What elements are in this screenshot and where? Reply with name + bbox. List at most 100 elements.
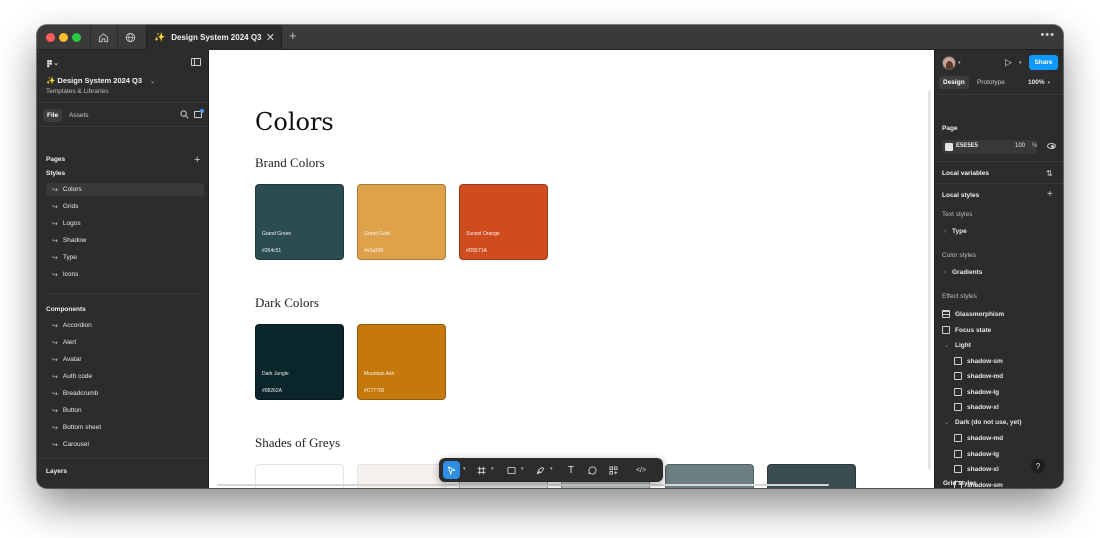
dark-colors-heading[interactable]: Dark Colors — [255, 295, 319, 311]
effect-group-light[interactable]: ⌄ Light — [944, 342, 971, 349]
new-tab-button[interactable]: + — [289, 28, 297, 43]
effect-style-item[interactable]: shadow-xl — [954, 403, 999, 411]
effect-style-item[interactable]: shadow-xl — [954, 465, 999, 473]
effect-style-label: shadow-lg — [967, 450, 1000, 458]
design-canvas[interactable]: Colors Brand Colors Grand Green #264c51 … — [209, 50, 934, 488]
main-menu-button[interactable] — [46, 59, 59, 71]
color-swatch-sunset-orange[interactable]: Sunset Orange #D5571A — [459, 184, 548, 260]
grid-styles-label: Grid styles — [943, 480, 977, 487]
help-button[interactable]: ? — [1031, 459, 1045, 473]
library-icon[interactable] — [194, 109, 204, 118]
page-item-accordion[interactable]: ↪ Accordion — [46, 319, 204, 332]
sparkle-icon: ✨ — [154, 32, 166, 42]
page-item-breadcrumb[interactable]: ↪ Breadcrumb — [46, 387, 204, 400]
effect-group-dark[interactable]: ⌄ Dark (do not use, yet) — [944, 419, 1022, 426]
eye-visibility-icon[interactable] — [1047, 143, 1056, 149]
present-play-icon[interactable]: ▷ — [1005, 57, 1012, 68]
variables-settings-icon[interactable]: ⇅ — [1046, 169, 1053, 178]
chevron-down-icon: ⌄ — [150, 79, 156, 85]
chevron-down-icon[interactable]: ▾ — [463, 466, 466, 472]
page-item-shadow[interactable]: ↪ Shadow — [46, 234, 204, 247]
style-group-gradients[interactable]: › Gradients — [944, 269, 982, 276]
page-item-bottom-sheet[interactable]: ↪ Bottom sheet — [46, 421, 204, 434]
effect-style-glassmorphism[interactable]: Glassmorphism — [942, 310, 1004, 318]
vertical-scrollbar[interactable] — [928, 90, 931, 470]
tab-prototype[interactable]: Prototype — [973, 76, 1009, 89]
local-variables-heading[interactable]: Local variables — [942, 170, 989, 177]
color-swatch-dark-jungle[interactable]: Dark Jungle #08262A — [255, 324, 344, 400]
add-page-icon[interactable]: + — [194, 154, 200, 166]
page-item-label: Alert — [62, 339, 77, 346]
page-title[interactable]: Colors — [255, 108, 334, 136]
window-maximize-button[interactable] — [72, 33, 81, 42]
text-tool-button[interactable]: T — [563, 461, 579, 479]
more-options-icon[interactable]: ••• — [1040, 29, 1055, 41]
chevron-down-icon[interactable]: ▾ — [550, 466, 553, 472]
search-icon[interactable] — [180, 110, 189, 121]
layers-heading: Layers — [46, 468, 67, 475]
add-style-icon[interactable]: + — [1047, 189, 1053, 200]
dev-mode-button[interactable]: </> — [631, 461, 651, 479]
page-item-alert[interactable]: ↪ Alert — [46, 336, 204, 349]
chevron-down-icon: ⌄ — [944, 343, 950, 349]
horizontal-scrollbar[interactable] — [217, 484, 829, 486]
page-item-grids[interactable]: ↪ Grids — [46, 200, 204, 213]
page-item-label: Bottom sheet — [62, 424, 102, 431]
frame-tool-button[interactable] — [473, 461, 489, 479]
link-arrow-icon: ↪ — [52, 203, 58, 211]
shades-of-greys-heading[interactable]: Shades of Greys — [255, 435, 340, 451]
page-fill-row[interactable]: E5E5E5 100 % — [942, 140, 1037, 154]
file-project-link[interactable]: Templates & Libraries — [46, 88, 109, 95]
page-item-button[interactable]: ↪ Button — [46, 404, 204, 417]
tab-file[interactable]: File — [43, 109, 63, 122]
window-close-button[interactable] — [46, 33, 55, 42]
page-item-logos[interactable]: ↪ Logos — [46, 217, 204, 230]
zoom-level-dropdown[interactable]: 100% ▾ — [1028, 79, 1050, 86]
brand-colors-heading[interactable]: Brand Colors — [255, 155, 325, 171]
page-fill-opacity[interactable]: 100 — [1015, 143, 1025, 149]
frame-hash-icon — [476, 465, 486, 475]
community-globe-icon[interactable] — [117, 25, 143, 50]
move-tool-button[interactable] — [443, 461, 460, 479]
toggle-sidebar-icon[interactable] — [191, 58, 201, 66]
share-button[interactable]: Share — [1029, 55, 1058, 70]
page-item-icons[interactable]: ↪ Icons — [46, 268, 204, 281]
user-avatar[interactable] — [942, 56, 956, 70]
chevron-down-icon[interactable]: ▾ — [521, 466, 524, 472]
effect-square-icon — [954, 465, 962, 473]
color-swatch-mountain-ash[interactable]: Mountain Ash #C77700 — [357, 324, 446, 400]
chevron-right-icon: › — [944, 228, 946, 235]
window-minimize-button[interactable] — [59, 33, 68, 42]
chevron-down-icon[interactable]: ▾ — [958, 60, 961, 66]
tab-design[interactable]: Design — [939, 76, 969, 89]
color-swatch-grand-gold[interactable]: Grand Gold #e0a246 — [357, 184, 446, 260]
page-item-avatar[interactable]: ↪ Avatar — [46, 353, 204, 366]
effect-style-item[interactable]: shadow-md — [954, 434, 1003, 442]
effect-style-item[interactable]: shadow-md — [954, 372, 1003, 380]
file-tab[interactable]: ✨ Design System 2024 Q3 ✕ — [146, 25, 282, 50]
effect-style-item[interactable]: shadow-sm — [954, 357, 1003, 365]
actions-tool-button[interactable] — [605, 461, 621, 479]
page-styles-section[interactable]: Styles — [46, 170, 65, 177]
chevron-down-icon[interactable]: ▾ — [491, 466, 494, 472]
home-icon[interactable] — [90, 25, 116, 50]
page-item-carousel[interactable]: ↪ Carousel — [46, 438, 204, 451]
shape-tool-button[interactable] — [503, 461, 519, 479]
tab-assets[interactable]: Assets — [65, 109, 93, 122]
effect-style-item[interactable]: shadow-lg — [954, 388, 999, 396]
color-swatch-grand-green[interactable]: Grand Green #264c51 — [255, 184, 344, 260]
page-fill-hex[interactable]: E5E5E5 — [956, 143, 978, 149]
file-name-button[interactable]: ✨ Design System 2024 Q3 ⌄ — [46, 76, 155, 85]
page-item-type[interactable]: ↪ Type — [46, 251, 204, 264]
effect-style-item[interactable]: shadow-lg — [954, 450, 999, 458]
close-tab-icon[interactable]: ✕ — [266, 31, 275, 44]
comment-tool-button[interactable] — [584, 461, 600, 479]
page-item-auth-code[interactable]: ↪ Auth code — [46, 370, 204, 383]
pen-tool-button[interactable] — [532, 461, 548, 479]
page-fill-swatch[interactable] — [945, 143, 953, 151]
chevron-down-icon[interactable]: ▾ — [1019, 60, 1022, 66]
effect-style-focus-state[interactable]: Focus state — [942, 326, 991, 334]
components-section[interactable]: Components — [46, 306, 86, 313]
page-item-colors[interactable]: ↪ Colors — [46, 183, 204, 196]
style-group-type[interactable]: › Type — [944, 228, 967, 235]
